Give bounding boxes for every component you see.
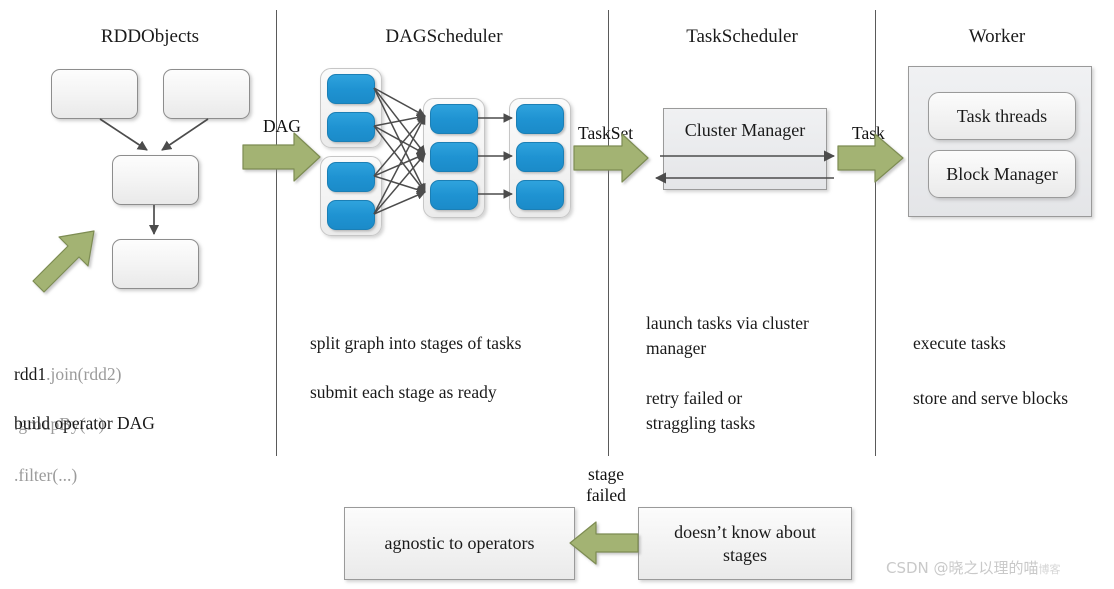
rdd-code-line1-b: .join(rdd2) bbox=[46, 364, 122, 385]
rdd-box-bottom bbox=[112, 239, 199, 289]
connector-label-task: Task bbox=[852, 123, 885, 143]
dag-task-a2 bbox=[327, 112, 375, 142]
bottom-right-label: doesn’t know about stages bbox=[674, 522, 816, 565]
dag-task-b1 bbox=[327, 162, 375, 192]
dag-task-d1 bbox=[516, 104, 564, 134]
rdd-box-middle bbox=[112, 155, 199, 205]
dag-description-1: split graph into stages of tasks bbox=[310, 333, 522, 353]
connector-label-taskset: TaskSet bbox=[578, 123, 634, 143]
column-header-taskscheduler: TaskScheduler bbox=[686, 26, 798, 47]
dag-task-c2 bbox=[430, 142, 478, 172]
rdd-code-line1-a: rdd1 bbox=[14, 364, 47, 385]
watermark: CSDN @晓之以理的喵博客 bbox=[886, 557, 1061, 578]
column-header-worker: Worker bbox=[968, 26, 1026, 47]
cluster-manager-box: Cluster Manager bbox=[663, 108, 827, 190]
rdd-box-top-right bbox=[163, 69, 250, 119]
worker-block-manager-label: Block Manager bbox=[946, 163, 1058, 184]
dag-task-c3 bbox=[430, 180, 478, 210]
cluster-manager-label: Cluster Manager bbox=[684, 120, 806, 140]
diagram-canvas: RDDObjects DAGScheduler TaskScheduler Wo… bbox=[0, 0, 1114, 589]
dag-description-2: submit each stage as ready bbox=[310, 382, 497, 402]
bottom-left-box: agnostic to operators bbox=[344, 507, 575, 580]
green-arrow-into-rdd bbox=[32, 230, 95, 293]
worker-task-threads-label: Task threads bbox=[956, 105, 1048, 126]
worker-task-threads-box: Task threads bbox=[928, 92, 1076, 140]
taskscheduler-description-1: launch tasks via cluster manager bbox=[646, 313, 809, 359]
rdd-code-line3: .filter(...) bbox=[14, 464, 78, 485]
column-header-rddobjects: RDDObjects bbox=[100, 26, 200, 47]
dag-task-a1 bbox=[327, 74, 375, 104]
column-divider-2 bbox=[608, 10, 609, 456]
rdd-caption: build operator DAG bbox=[14, 413, 155, 433]
green-arrow-dag bbox=[242, 132, 321, 182]
worker-block-manager-box: Block Manager bbox=[928, 150, 1076, 198]
taskscheduler-description-2: retry failed or straggling tasks bbox=[646, 388, 756, 434]
bottom-left-label: agnostic to operators bbox=[384, 533, 535, 554]
rdd-box-top-left bbox=[51, 69, 138, 119]
green-arrow-stage-failed bbox=[569, 521, 639, 565]
column-divider-3 bbox=[875, 10, 876, 456]
dag-task-d2 bbox=[516, 142, 564, 172]
column-divider-1 bbox=[276, 10, 277, 456]
dag-task-c1 bbox=[430, 104, 478, 134]
bottom-right-box: doesn’t know about stages bbox=[638, 507, 852, 580]
worker-description-1: execute tasks bbox=[913, 333, 1006, 353]
watermark-sub: 博客 bbox=[1038, 563, 1061, 576]
dag-task-b2 bbox=[327, 200, 375, 230]
column-header-dagscheduler: DAGScheduler bbox=[385, 26, 503, 47]
connector-label-dag: DAG bbox=[263, 116, 301, 136]
watermark-text: CSDN @晓之以理的喵 bbox=[886, 559, 1039, 577]
dag-task-d3 bbox=[516, 180, 564, 210]
worker-description-2: store and serve blocks bbox=[913, 388, 1069, 408]
bottom-arrow-label: stage failed bbox=[586, 464, 626, 505]
